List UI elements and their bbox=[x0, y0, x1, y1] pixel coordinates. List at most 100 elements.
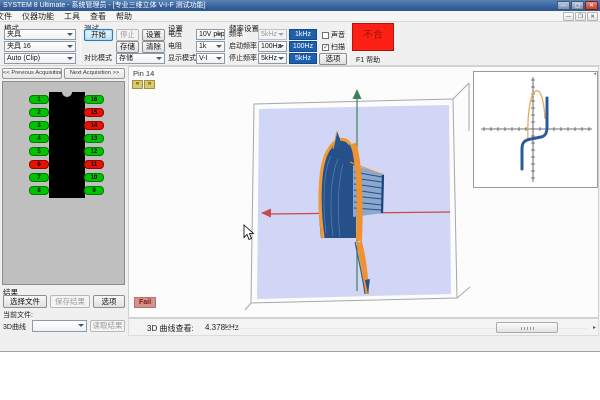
previous-acquisition-button[interactable]: << Previous Acquisition bbox=[2, 68, 62, 79]
vi-curve-orange bbox=[528, 91, 545, 141]
chip-pin-number: 11 bbox=[91, 162, 97, 168]
display-mode-select[interactable]: V-I bbox=[196, 53, 225, 64]
menu-tools[interactable]: 工具 bbox=[59, 11, 85, 22]
scan-checkbox[interactable]: 扫描 bbox=[322, 42, 345, 52]
close-icon[interactable]: ✕ bbox=[585, 1, 598, 10]
clear-button[interactable]: 清除 bbox=[142, 41, 165, 53]
slider-right-arrow-icon[interactable]: ▸ bbox=[593, 324, 596, 332]
compare-mode-label: 对比模式 bbox=[84, 53, 112, 64]
chip-pin: 8 bbox=[29, 186, 49, 195]
chip-pin: 13 bbox=[84, 134, 104, 143]
title-bar[interactable]: SYSTEM 8 Ultimate - 系统管理员 - [专业三维立体 V-I-… bbox=[0, 0, 600, 11]
menu-file[interactable]: 文件 bbox=[0, 11, 17, 22]
chip-pin-number: 5 bbox=[37, 149, 40, 155]
scan-checkbox-label: 扫描 bbox=[331, 42, 345, 52]
store-button[interactable]: 存储 bbox=[116, 41, 139, 53]
app-window: SYSTEM 8 Ultimate - 系统管理员 - [专业三维立体 V-I-… bbox=[0, 0, 600, 352]
stop-frequency-label: 停止频率 bbox=[229, 53, 257, 64]
setup-button[interactable]: 设置 bbox=[142, 29, 165, 41]
stop-frequency-value: 5kHz bbox=[289, 53, 317, 64]
toolbar-separator bbox=[348, 24, 349, 64]
curve-view-bar: 3D 曲线查看: 4.378kHz ▸ bbox=[128, 318, 599, 336]
save-result-button[interactable]: 保存结果 bbox=[50, 295, 90, 308]
results-options-button[interactable]: 选项 bbox=[93, 295, 125, 308]
start-button[interactable]: 开始 bbox=[84, 29, 113, 41]
chip-pin-number: 13 bbox=[91, 136, 98, 142]
minimize-icon[interactable]: — bbox=[557, 1, 570, 10]
resistance-select[interactable]: 1k bbox=[196, 41, 225, 52]
chip-pin: 10 bbox=[84, 173, 104, 182]
chip-pin: 16 bbox=[84, 95, 104, 104]
menu-bar: 文件 仪器功能 工具 查看 帮助 — ❐ ✕ bbox=[0, 11, 600, 22]
stop-button[interactable]: 停止 bbox=[116, 29, 139, 41]
chip-pin-number: 14 bbox=[91, 123, 98, 129]
chip-pin-number: 4 bbox=[37, 136, 40, 142]
pin-next-icon[interactable]: » bbox=[144, 80, 155, 89]
chip-pin-number: 16 bbox=[91, 97, 98, 103]
menu-instrument[interactable]: 仪器功能 bbox=[17, 11, 59, 22]
menu-view[interactable]: 查看 bbox=[85, 11, 111, 22]
window-title: SYSTEM 8 Ultimate - 系统管理员 - [专业三维立体 V-I-… bbox=[3, 2, 206, 9]
frequency-label: 频率 bbox=[229, 29, 243, 40]
fixture-size-select[interactable]: 夹具 16 bbox=[4, 41, 76, 52]
frequency-select[interactable]: 5kHz bbox=[258, 29, 287, 40]
resistance-label: 电阻 bbox=[168, 41, 182, 52]
frequency-slider-thumb[interactable] bbox=[496, 322, 558, 333]
chip-pin: 3 bbox=[29, 121, 49, 130]
freq-options-button[interactable]: 选项 bbox=[319, 53, 347, 65]
pin-prev-icon[interactable]: « bbox=[132, 80, 143, 89]
select-file-button[interactable]: 选择文件 bbox=[3, 295, 47, 308]
chip-pin: 5 bbox=[29, 147, 49, 156]
vi-curve-blue bbox=[522, 98, 547, 169]
mdi-restore-icon[interactable]: ❐ bbox=[575, 12, 586, 21]
checkbox-icon bbox=[322, 44, 329, 51]
maximize-icon[interactable]: ▢ bbox=[571, 1, 584, 10]
toolbar: 模式 夹具 夹具 16 Auto (Clip) 测试 开始 停止 设置 存储 清… bbox=[0, 22, 600, 66]
compare-mode-select[interactable]: 存储 bbox=[116, 53, 165, 64]
range-mode-select[interactable]: Auto (Clip) bbox=[4, 53, 76, 64]
chip-pin-number: 15 bbox=[91, 110, 98, 116]
chip-pin-number: 12 bbox=[91, 149, 98, 155]
chip-pin-number: 7 bbox=[37, 175, 40, 181]
checkbox-icon bbox=[322, 32, 329, 39]
mdi-window-controls: — ❐ ✕ bbox=[563, 12, 598, 21]
chip-pin-number: 3 bbox=[37, 123, 40, 129]
window-controls: — ▢ ✕ bbox=[557, 1, 598, 10]
read-result-button[interactable]: 读取结果 bbox=[90, 320, 125, 332]
next-acquisition-button[interactable]: Next Acquisition >> bbox=[64, 68, 125, 79]
start-frequency-label: 启动频率 bbox=[229, 41, 257, 52]
current-file-label: 当前文件: bbox=[3, 310, 33, 320]
mdi-minimize-icon[interactable]: — bbox=[563, 12, 574, 21]
start-frequency-value: 100Hz bbox=[289, 41, 317, 52]
chip-pin: 14 bbox=[84, 121, 104, 130]
mdi-close-icon[interactable]: ✕ bbox=[587, 12, 598, 21]
chip-pin-number: 6 bbox=[37, 162, 40, 168]
fixture-select[interactable]: 夹具 bbox=[4, 29, 76, 40]
frequency-value: 1kHz bbox=[289, 29, 317, 40]
curve-3d-label: 3D曲线 bbox=[3, 322, 26, 332]
chip-status-panel: 1 2 3 4 5 6 7 8 16 15 14 13 12 11 10 9 bbox=[2, 81, 125, 285]
chip-pin: 6 bbox=[29, 160, 49, 169]
chip-pin-number: 9 bbox=[92, 188, 95, 194]
viewport-3d: Pin 14 « » Fail bbox=[128, 66, 599, 318]
chip-pin-number: 8 bbox=[37, 188, 40, 194]
curve-3d-select[interactable] bbox=[32, 320, 87, 332]
voltage-label: 电压 bbox=[168, 29, 182, 40]
menu-help[interactable]: 帮助 bbox=[111, 11, 137, 22]
chip-pin: 15 bbox=[84, 108, 104, 117]
voltage-select[interactable]: 10V pkpk bbox=[196, 29, 225, 40]
curve-view-label: 3D 曲线查看: bbox=[147, 323, 194, 334]
verdict-indicator: 不合 bbox=[352, 23, 394, 51]
chip-pin: 11 bbox=[84, 160, 104, 169]
chip-pin-number: 1 bbox=[37, 97, 40, 103]
surface-right-edge bbox=[382, 175, 383, 213]
start-frequency-select[interactable]: 100Hz bbox=[258, 41, 287, 52]
stop-frequency-select[interactable]: 5kHz bbox=[258, 53, 287, 64]
display-mode-label: 显示模式 bbox=[168, 53, 196, 64]
chip-pin-number: 10 bbox=[91, 175, 98, 181]
sound-checkbox[interactable]: 声音 bbox=[322, 30, 345, 40]
slider-grip-icon bbox=[521, 327, 535, 330]
inset-grip-icon[interactable]: ◂ bbox=[593, 72, 596, 77]
chip-pin: 12 bbox=[84, 147, 104, 156]
chip-pin: 1 bbox=[29, 95, 49, 104]
